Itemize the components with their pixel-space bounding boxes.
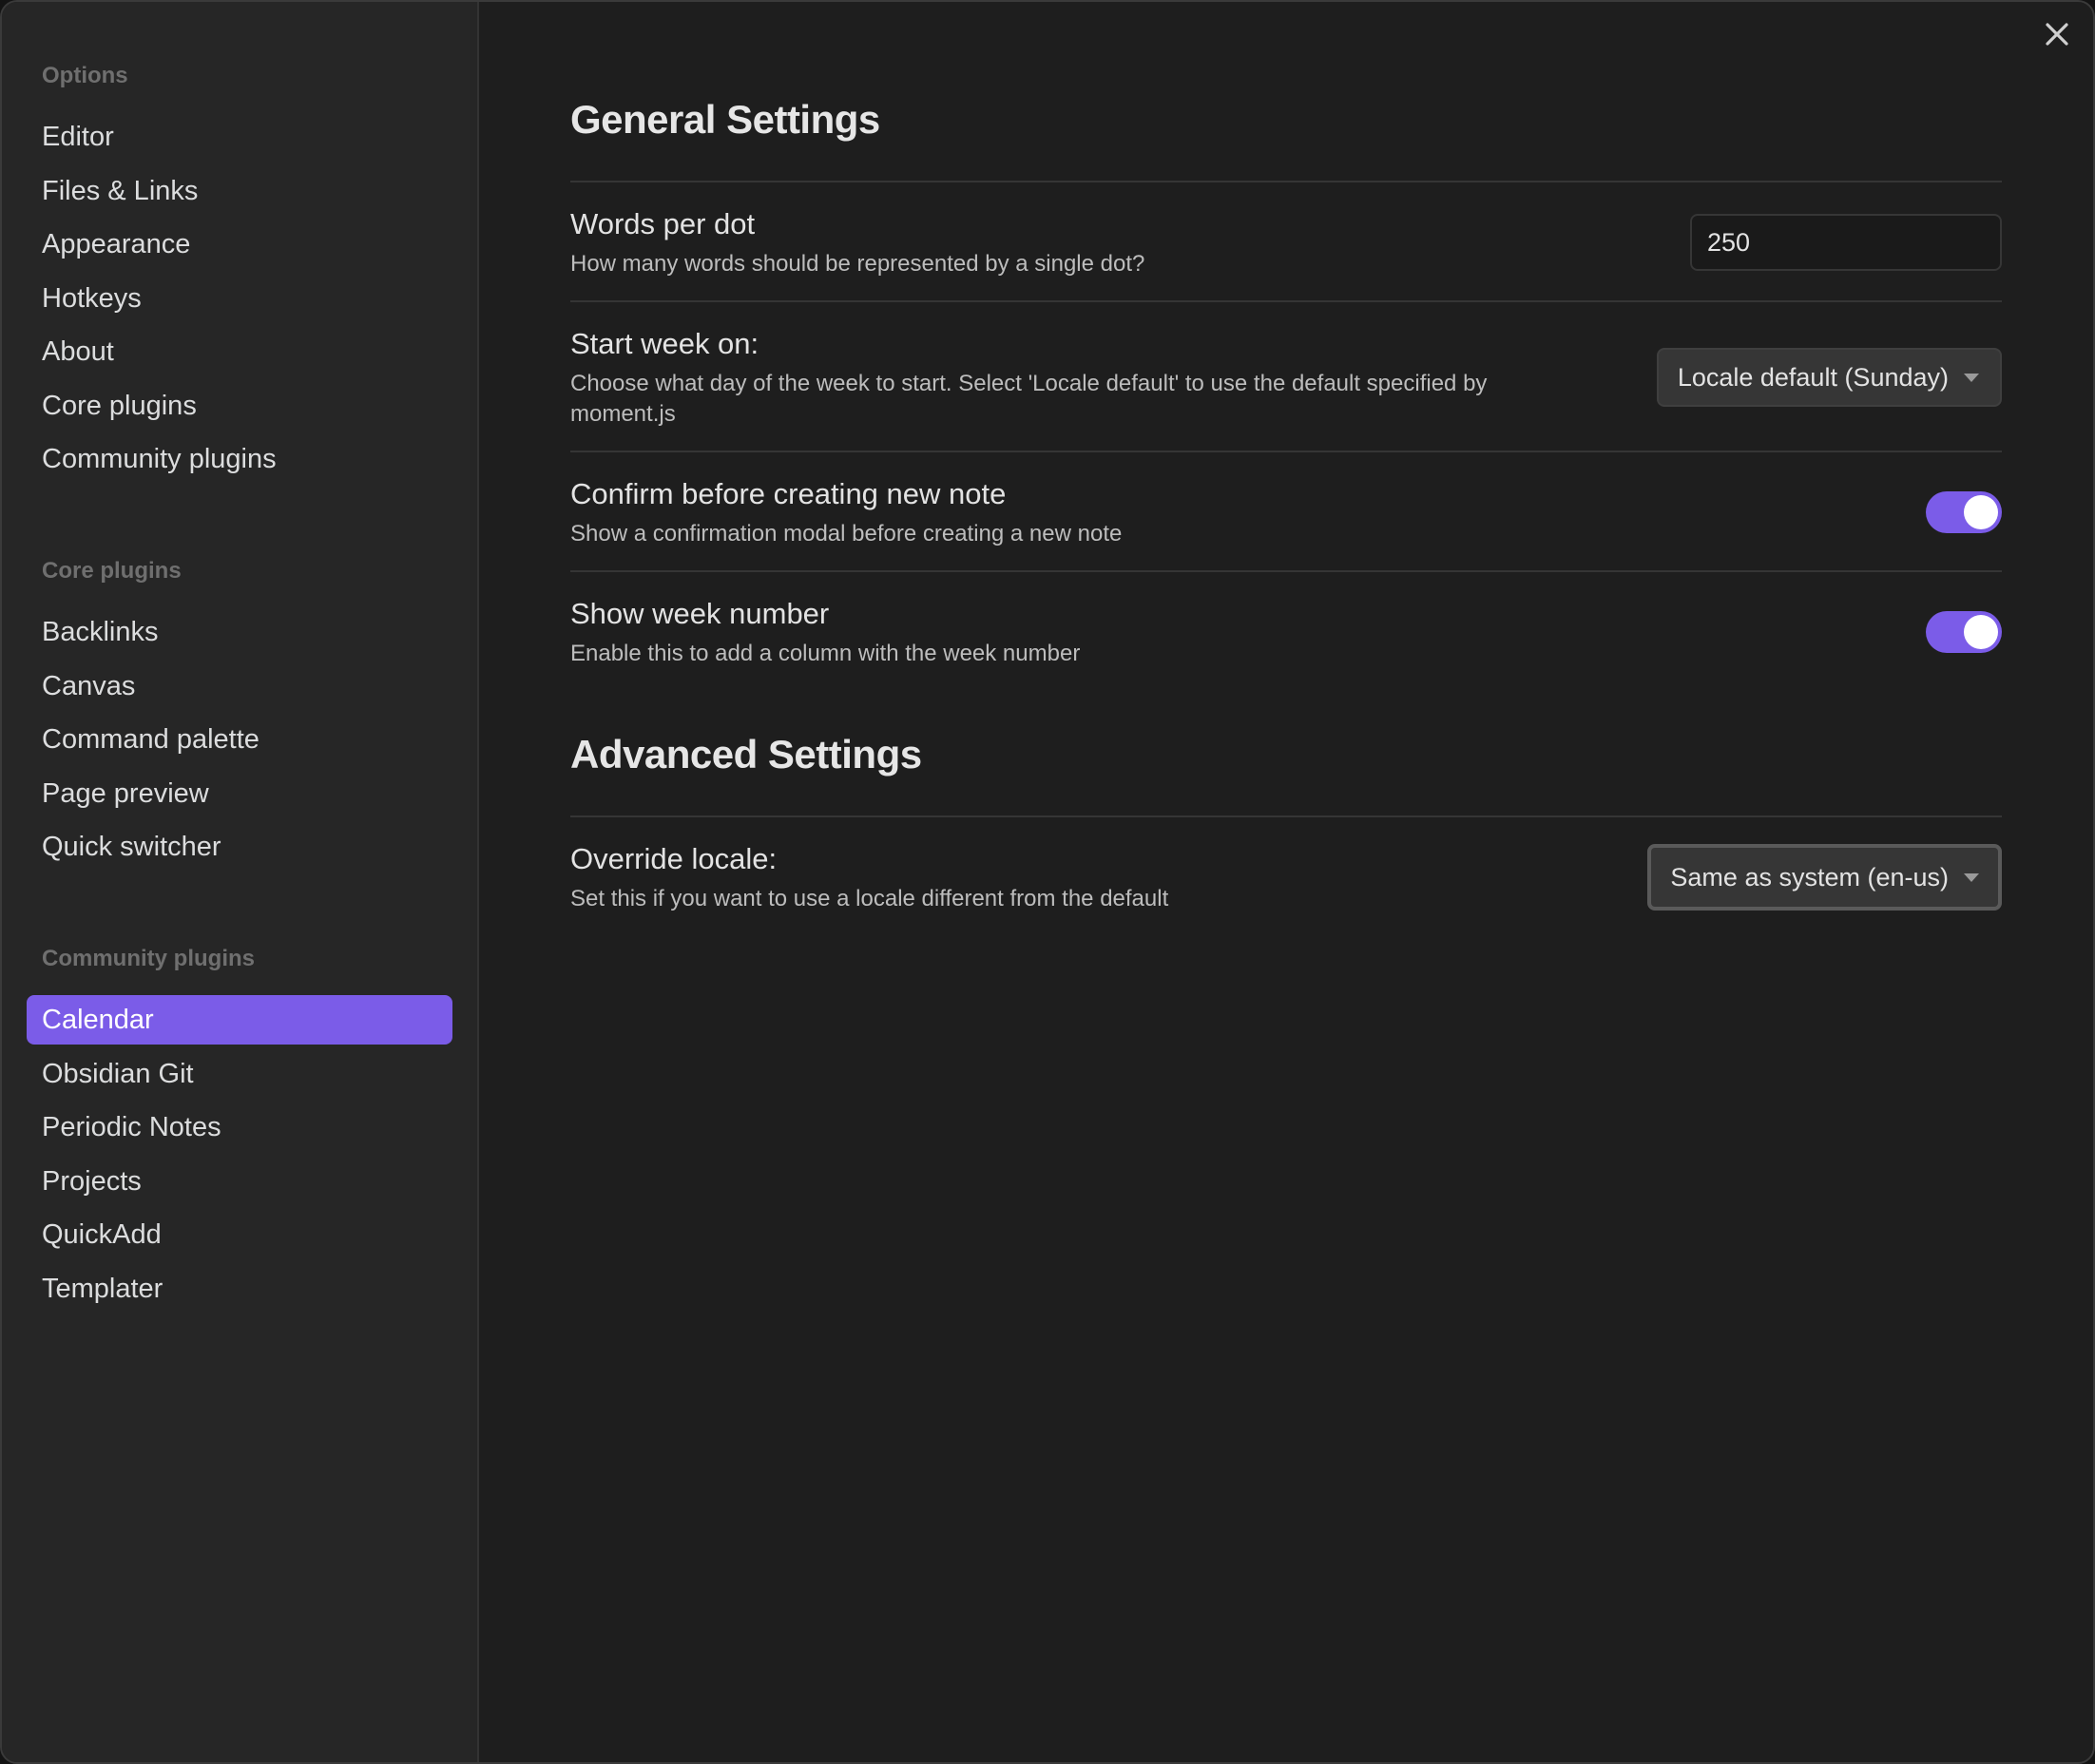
- show-week-number-toggle[interactable]: [1926, 611, 2002, 653]
- nav-group-community-plugins: Community plugins Calendar Obsidian Git …: [2, 940, 477, 1313]
- settings-sidebar: Options Editor Files & Links Appearance …: [2, 2, 479, 1762]
- setting-description: How many words should be represented by …: [570, 251, 1145, 277]
- sidebar-item-projects[interactable]: Projects: [27, 1157, 452, 1206]
- advanced-settings-heading: Advanced Settings: [570, 732, 2002, 817]
- sidebar-item-files-links[interactable]: Files & Links: [27, 166, 452, 216]
- sidebar-item-templater[interactable]: Templater: [27, 1264, 452, 1313]
- words-per-dot-input[interactable]: [1690, 214, 2002, 271]
- sidebar-item-editor[interactable]: Editor: [27, 112, 452, 162]
- settings-content: General Settings Words per dot How many …: [479, 2, 2093, 1762]
- sidebar-item-core-plugins[interactable]: Core plugins: [27, 381, 452, 431]
- sidebar-item-appearance[interactable]: Appearance: [27, 220, 452, 269]
- settings-modal: Options Editor Files & Links Appearance …: [0, 0, 2095, 1764]
- setting-words-per-dot: Words per dot How many words should be r…: [570, 182, 2002, 302]
- setting-description: Show a confirmation modal before creatin…: [570, 521, 1123, 546]
- dropdown-value: Locale default (Sunday): [1677, 362, 1949, 392]
- setting-start-week: Start week on: Choose what day of the we…: [570, 302, 2002, 452]
- sidebar-item-page-preview[interactable]: Page preview: [27, 769, 452, 818]
- nav-group-core-plugins: Core plugins Backlinks Canvas Command pa…: [2, 552, 477, 872]
- general-settings-heading: General Settings: [570, 97, 2002, 182]
- sidebar-item-quickadd[interactable]: QuickAdd: [27, 1210, 452, 1259]
- sidebar-item-obsidian-git[interactable]: Obsidian Git: [27, 1049, 452, 1099]
- setting-override-locale: Override locale: Set this if you want to…: [570, 817, 2002, 935]
- nav-group-title: Community plugins: [42, 946, 255, 971]
- sidebar-item-canvas[interactable]: Canvas: [27, 662, 452, 711]
- setting-confirm-new-note: Confirm before creating new note Show a …: [570, 452, 2002, 572]
- dropdown-value: Same as system (en-us): [1670, 862, 1949, 892]
- nav-group-title: Options: [42, 63, 128, 88]
- toggle-knob: [1964, 495, 1998, 529]
- setting-description: Enable this to add a column with the wee…: [570, 641, 1081, 666]
- setting-name: Words per dot: [570, 207, 756, 240]
- setting-name: Start week on:: [570, 327, 759, 360]
- nav-group-options: Options Editor Files & Links Appearance …: [2, 57, 477, 484]
- setting-description: Set this if you want to use a locale dif…: [570, 886, 1169, 911]
- nav-group-title: Core plugins: [42, 558, 182, 584]
- sidebar-item-quick-switcher[interactable]: Quick switcher: [27, 822, 452, 872]
- confirm-new-note-toggle[interactable]: [1926, 491, 2002, 533]
- override-locale-dropdown[interactable]: Same as system (en-us): [1647, 844, 2002, 911]
- chevron-down-icon: [1964, 373, 1979, 382]
- sidebar-item-community-plugins[interactable]: Community plugins: [27, 434, 452, 484]
- setting-name: Confirm before creating new note: [570, 477, 1007, 510]
- toggle-knob: [1964, 615, 1998, 649]
- sidebar-item-hotkeys[interactable]: Hotkeys: [27, 274, 452, 323]
- close-icon[interactable]: [2038, 15, 2076, 53]
- start-week-dropdown[interactable]: Locale default (Sunday): [1656, 348, 2002, 407]
- sidebar-item-calendar[interactable]: Calendar: [27, 995, 452, 1045]
- sidebar-item-periodic-notes[interactable]: Periodic Notes: [27, 1102, 452, 1152]
- sidebar-item-backlinks[interactable]: Backlinks: [27, 607, 452, 657]
- setting-name: Override locale:: [570, 842, 778, 875]
- setting-name: Show week number: [570, 597, 830, 630]
- sidebar-item-command-palette[interactable]: Command palette: [27, 715, 452, 764]
- setting-show-week-number: Show week number Enable this to add a co…: [570, 572, 2002, 690]
- setting-description: Choose what day of the week to start. Se…: [570, 371, 1488, 427]
- chevron-down-icon: [1964, 872, 1979, 882]
- sidebar-item-about[interactable]: About: [27, 327, 452, 376]
